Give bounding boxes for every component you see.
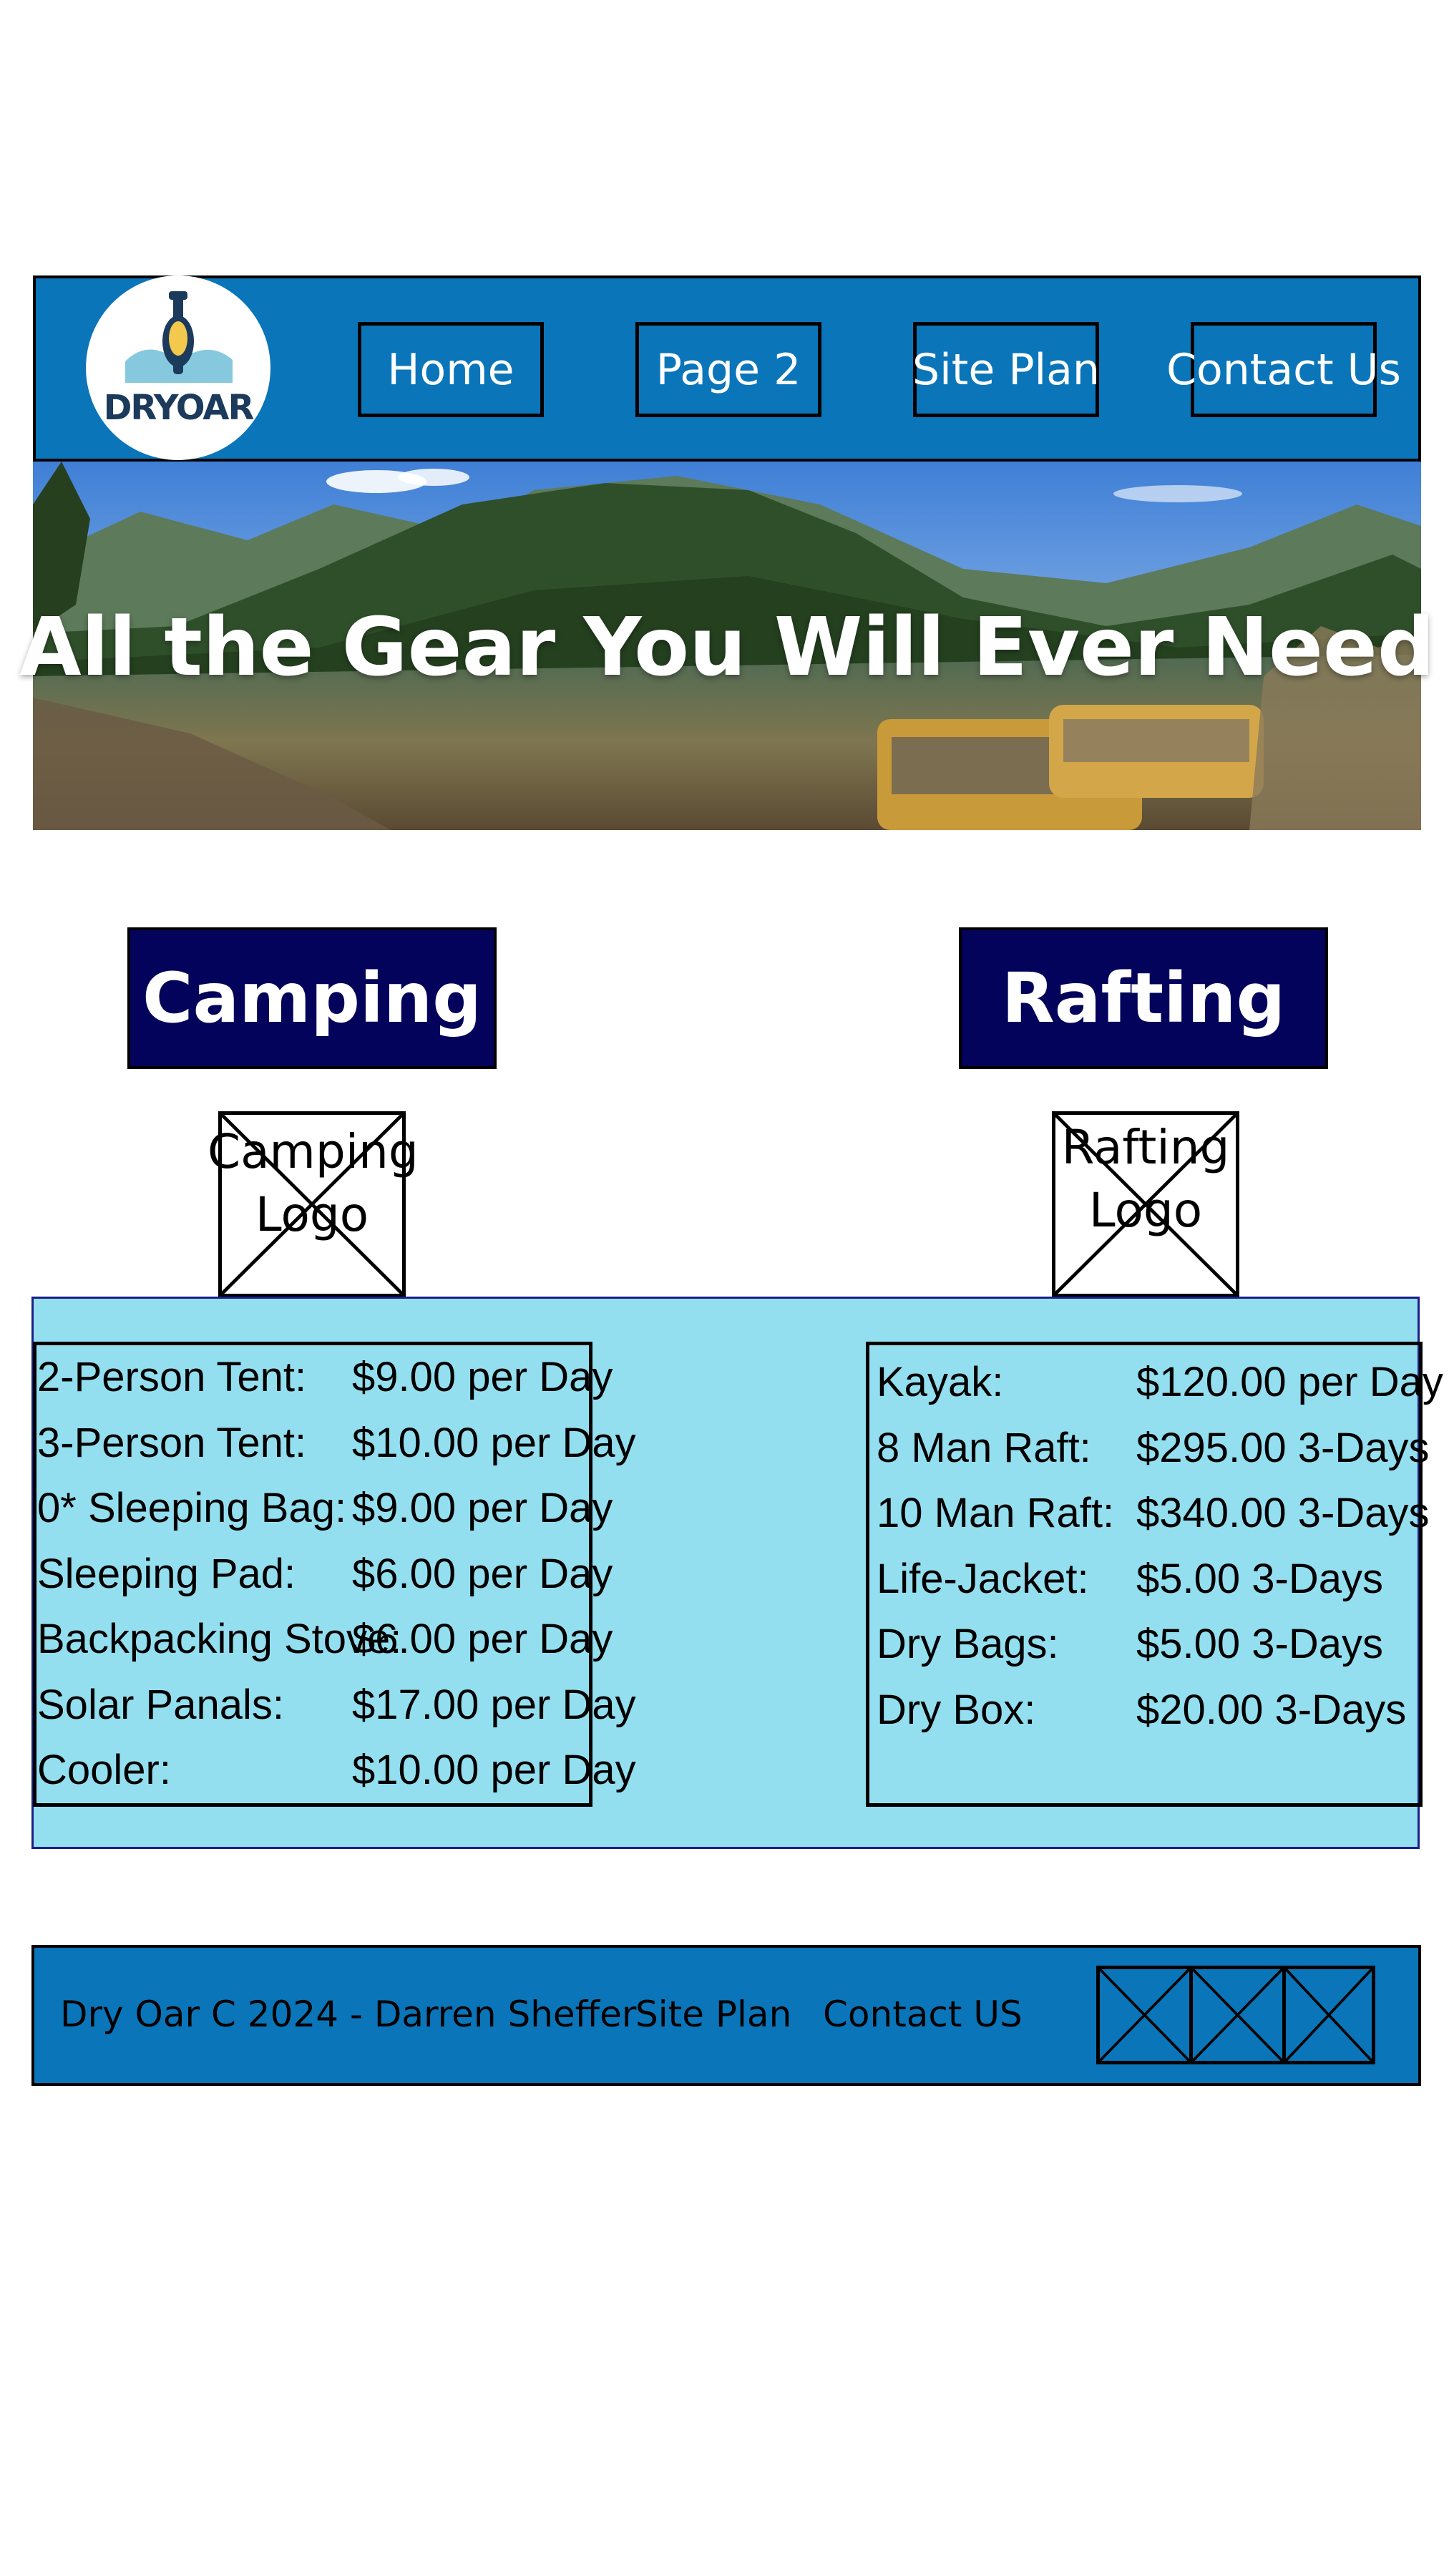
social-icon-placeholder-2[interactable]: [1189, 1966, 1286, 2064]
footer-contact-link[interactable]: Contact US: [823, 1986, 1023, 2043]
camping-logo-placeholder: Camping Logo: [208, 1111, 419, 1297]
image-placeholder-icon: [1100, 1969, 1189, 2061]
rafting-section-button[interactable]: Rafting: [959, 927, 1328, 1069]
camping-item-price: $9.00 per Day: [352, 1354, 613, 1400]
social-icon-placeholder-1[interactable]: [1096, 1966, 1193, 2064]
camping-item-name: Backpacking Stove:: [37, 1616, 402, 1662]
camping-section-button[interactable]: Camping: [127, 927, 497, 1069]
nav-site-plan-button[interactable]: Site Plan: [912, 322, 1100, 417]
camping-item-name: Solar Panals:: [37, 1681, 284, 1728]
rafting-logo-label: Rafting Logo: [1061, 1120, 1230, 1238]
hero-title: All the Gear You Will Ever Need: [19, 601, 1435, 694]
rafting-item-price: $5.00 3-Days: [1136, 1555, 1383, 1602]
dryoar-logo[interactable]: DRYOAR: [86, 275, 270, 460]
rafting-item-price: $5.00 3-Days: [1136, 1621, 1383, 1667]
camping-item-price: $6.00 per Day: [352, 1616, 613, 1662]
camping-item-name: 2-Person Tent:: [37, 1354, 307, 1400]
rafting-item-name: Life-Jacket:: [877, 1555, 1089, 1602]
camping-item-name: 3-Person Tent:: [37, 1419, 307, 1466]
camping-item-price: $9.00 per Day: [352, 1485, 613, 1531]
camping-item-price: $10.00 per Day: [352, 1747, 636, 1793]
rafting-item-price: $340.00 3-Days: [1136, 1490, 1430, 1536]
rafting-item-price: $295.00 3-Days: [1136, 1424, 1430, 1471]
camping-item-price: $6.00 per Day: [352, 1550, 613, 1597]
rafting-item-name: Dry Bags:: [877, 1621, 1059, 1667]
camping-item-name: 0* Sleeping Bag:: [37, 1485, 347, 1531]
image-placeholder-icon: [1286, 1969, 1372, 2061]
nav-contact-button[interactable]: Contact Us: [1166, 322, 1401, 417]
rafting-item-name: Kayak:: [877, 1359, 1004, 1405]
footer-copyright: Dry Oar C 2024 - Darren Sheffer: [60, 1994, 637, 2035]
social-icon-placeholder-3[interactable]: [1282, 1966, 1375, 2064]
camping-item-price: $10.00 per Day: [352, 1419, 636, 1466]
nav-home-button[interactable]: Home: [358, 322, 544, 417]
logo-text: DRYOAR: [103, 388, 255, 428]
camping-item-price: $17.00 per Day: [352, 1681, 636, 1728]
rafting-item-name: 8 Man Raft:: [877, 1424, 1091, 1471]
camping-item-name: Sleeping Pad:: [37, 1550, 296, 1597]
rafting-item-price: $20.00 3-Days: [1136, 1686, 1407, 1733]
nav-page2-button[interactable]: Page 2: [635, 322, 821, 417]
image-placeholder-icon: [1193, 1969, 1282, 2061]
rafting-item-name: 10 Man Raft:: [877, 1490, 1115, 1536]
camping-logo-label: Camping Logo: [208, 1124, 419, 1242]
footer-site-plan-link[interactable]: Site Plan: [635, 1986, 791, 2043]
rafting-logo-placeholder: Rafting Logo: [1052, 1111, 1239, 1297]
rafting-item-name: Dry Box:: [877, 1686, 1036, 1733]
rafting-item-price: $120.00 per Day: [1136, 1359, 1443, 1405]
camping-item-name: Cooler:: [37, 1747, 171, 1793]
